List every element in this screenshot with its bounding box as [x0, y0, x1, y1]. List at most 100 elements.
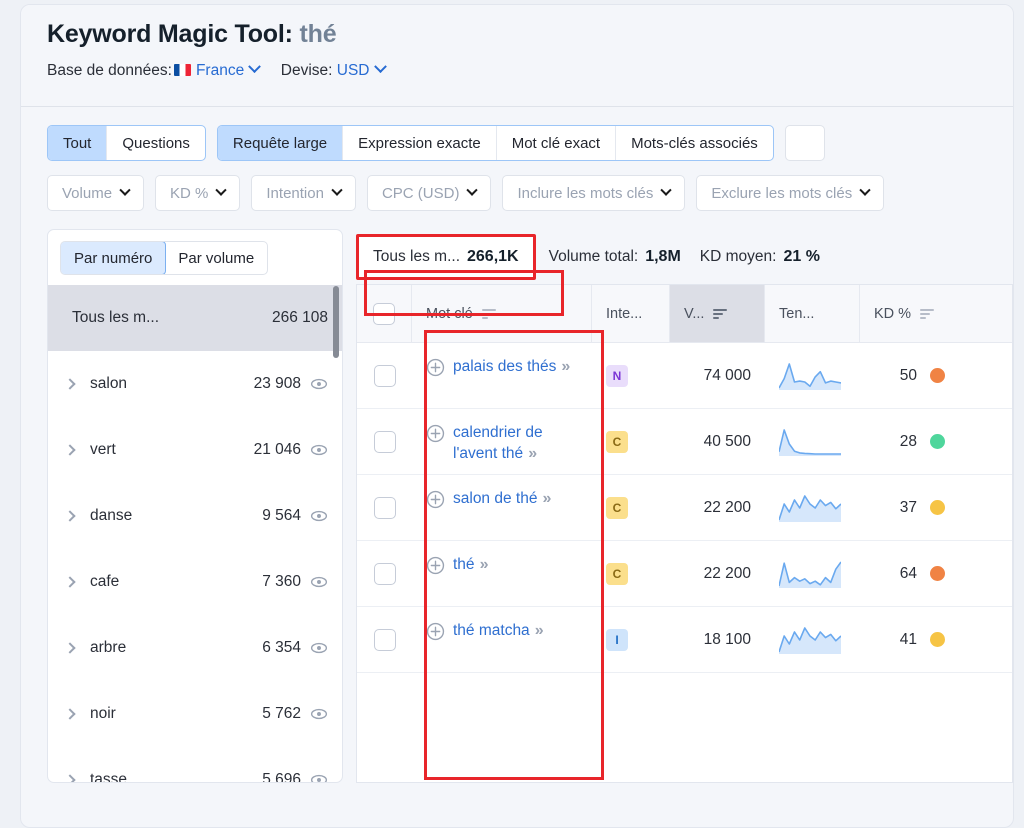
sort-icon[interactable] — [481, 308, 497, 320]
tab-expression-exacte[interactable]: Expression exacte — [343, 126, 497, 160]
chevron-right-icon[interactable] — [64, 378, 76, 390]
checkbox-icon[interactable] — [373, 302, 395, 325]
column-header-trend-label: Ten... — [779, 305, 815, 322]
sidebar-item-all[interactable]: Tous les m... 266 108 — [48, 285, 342, 351]
eye-icon[interactable] — [310, 771, 328, 783]
chevron-right-icon[interactable] — [64, 510, 76, 522]
chevron-down-icon[interactable] — [373, 60, 387, 74]
column-header-trend[interactable]: Ten... — [765, 285, 860, 342]
plus-circle-icon[interactable] — [426, 358, 445, 377]
plus-circle-icon[interactable] — [426, 424, 445, 443]
keyword-cell: thé matcha » — [412, 607, 592, 672]
chevron-right-icon[interactable] — [64, 774, 76, 782]
currency-value[interactable]: USD — [337, 62, 370, 79]
filter-cpc[interactable]: CPC (USD) — [366, 175, 492, 211]
filter-volume[interactable]: Volume — [47, 175, 145, 211]
intent-badge[interactable]: C — [606, 496, 628, 519]
intent-badge[interactable]: N — [606, 364, 628, 387]
checkbox-icon[interactable] — [373, 562, 396, 585]
sidebar-item[interactable]: salon 23 908 — [48, 351, 342, 417]
filter-kd[interactable]: KD % — [155, 175, 241, 211]
chevron-right-icon[interactable] — [64, 444, 76, 456]
sidebar-item-count: 5 762 — [262, 705, 301, 722]
chevron-down-icon — [660, 184, 672, 196]
summary-all-keywords: Tous les m... 266,1K — [356, 233, 536, 280]
sort-icon[interactable] — [920, 308, 935, 320]
eye-icon[interactable] — [310, 639, 328, 657]
eye-icon[interactable] — [310, 507, 328, 525]
chevron-right-icon[interactable] — [64, 642, 76, 654]
checkbox-icon[interactable] — [373, 496, 396, 519]
kd-cell: 28 — [860, 409, 983, 474]
sidebar-item[interactable]: arbre 6 354 — [48, 615, 342, 681]
kd-value: 64 — [899, 564, 917, 582]
tab-overflow[interactable] — [786, 126, 824, 160]
filter-intention[interactable]: Intention — [251, 175, 356, 211]
plus-circle-icon[interactable] — [426, 556, 445, 575]
row-checkbox-cell — [357, 343, 412, 408]
column-header-volume[interactable]: V... — [670, 285, 765, 342]
filter-include-keywords[interactable]: Inclure les mots clés — [502, 175, 686, 211]
table-row[interactable]: palais des thés » N 74 000 50 — [357, 343, 1012, 409]
eye-icon[interactable] — [310, 441, 328, 459]
tab-group-overflow[interactable] — [784, 125, 826, 161]
table-row[interactable]: calendrier de l'avent thé» C 40 500 28 — [357, 409, 1012, 475]
filter-exclude-keywords[interactable]: Exclure les mots clés — [696, 175, 885, 211]
tab-mot-cle-exact[interactable]: Mot clé exact — [497, 126, 617, 160]
tab-questions[interactable]: Questions — [107, 126, 205, 160]
sidebar-scrollbar[interactable] — [333, 286, 339, 358]
keyword-link[interactable]: salon de thé — [453, 490, 537, 507]
sidebar-item[interactable]: vert 21 046 — [48, 417, 342, 483]
tab-tout[interactable]: Tout — [48, 126, 108, 160]
tab-mots-cles-associes[interactable]: Mots-clés associés — [616, 126, 773, 160]
column-header-keyword[interactable]: Mot clé — [412, 285, 592, 342]
sort-icon[interactable] — [713, 308, 728, 320]
checkbox-icon[interactable] — [373, 364, 396, 387]
keyword-link[interactable]: palais des thés — [453, 358, 556, 375]
double-chevron-right-icon[interactable]: » — [561, 358, 570, 375]
tab-requete-large[interactable]: Requête large — [217, 126, 344, 160]
trend-sparkline-icon — [779, 428, 841, 456]
double-chevron-right-icon[interactable]: » — [535, 622, 544, 639]
sidebar-item[interactable]: danse 9 564 — [48, 483, 342, 549]
sidebar-item[interactable]: noir 5 762 — [48, 681, 342, 747]
kd-indicator-dot — [930, 566, 945, 581]
table-row[interactable]: thé matcha » I 18 100 41 — [357, 607, 1012, 673]
summary-total-volume: Volume total: 1,8M — [549, 248, 681, 266]
sidebar-item[interactable]: tasse 5 696 — [48, 747, 342, 783]
eye-icon[interactable] — [310, 573, 328, 591]
volume-cell: 40 500 — [703, 432, 751, 450]
chevron-down-icon — [859, 184, 871, 196]
intent-badge[interactable]: C — [606, 562, 628, 585]
database-value[interactable]: France — [196, 62, 244, 79]
chevron-down-icon[interactable] — [248, 60, 262, 74]
keyword-link[interactable]: thé — [453, 556, 475, 573]
summary-kd-value: 21 % — [783, 247, 820, 265]
filter-intention-label: Intention — [266, 184, 324, 202]
keyword-link[interactable]: thé matcha — [453, 622, 530, 639]
column-header-intent[interactable]: Inte... — [592, 285, 670, 342]
double-chevron-right-icon[interactable]: » — [528, 445, 537, 462]
plus-circle-icon[interactable] — [426, 490, 445, 509]
table-row[interactable]: thé » C 22 200 64 — [357, 541, 1012, 607]
toggle-par-numero[interactable]: Par numéro — [61, 242, 167, 274]
plus-circle-icon[interactable] — [426, 622, 445, 641]
checkbox-icon[interactable] — [373, 430, 396, 453]
eye-icon[interactable] — [310, 375, 328, 393]
keyword-cell: calendrier de l'avent thé» — [412, 409, 592, 474]
chevron-right-icon[interactable] — [64, 708, 76, 720]
column-header-kd[interactable]: KD % — [860, 285, 983, 342]
sidebar-item-count: 266 108 — [271, 309, 328, 326]
toggle-par-volume[interactable]: Par volume — [165, 242, 267, 274]
checkbox-icon[interactable] — [373, 628, 396, 651]
double-chevron-right-icon[interactable]: » — [480, 556, 489, 573]
eye-icon[interactable] — [310, 705, 328, 723]
table-row[interactable]: salon de thé » C 22 200 37 — [357, 475, 1012, 541]
chevron-right-icon[interactable] — [64, 576, 76, 588]
intent-badge[interactable]: I — [606, 628, 628, 651]
double-chevron-right-icon[interactable]: » — [542, 490, 551, 507]
keyword-magic-tool-card: Keyword Magic Tool: thé Base de données:… — [20, 4, 1014, 828]
intent-badge[interactable]: C — [606, 430, 628, 453]
sidebar-item[interactable]: cafe 7 360 — [48, 549, 342, 615]
chevron-down-icon — [119, 184, 131, 196]
